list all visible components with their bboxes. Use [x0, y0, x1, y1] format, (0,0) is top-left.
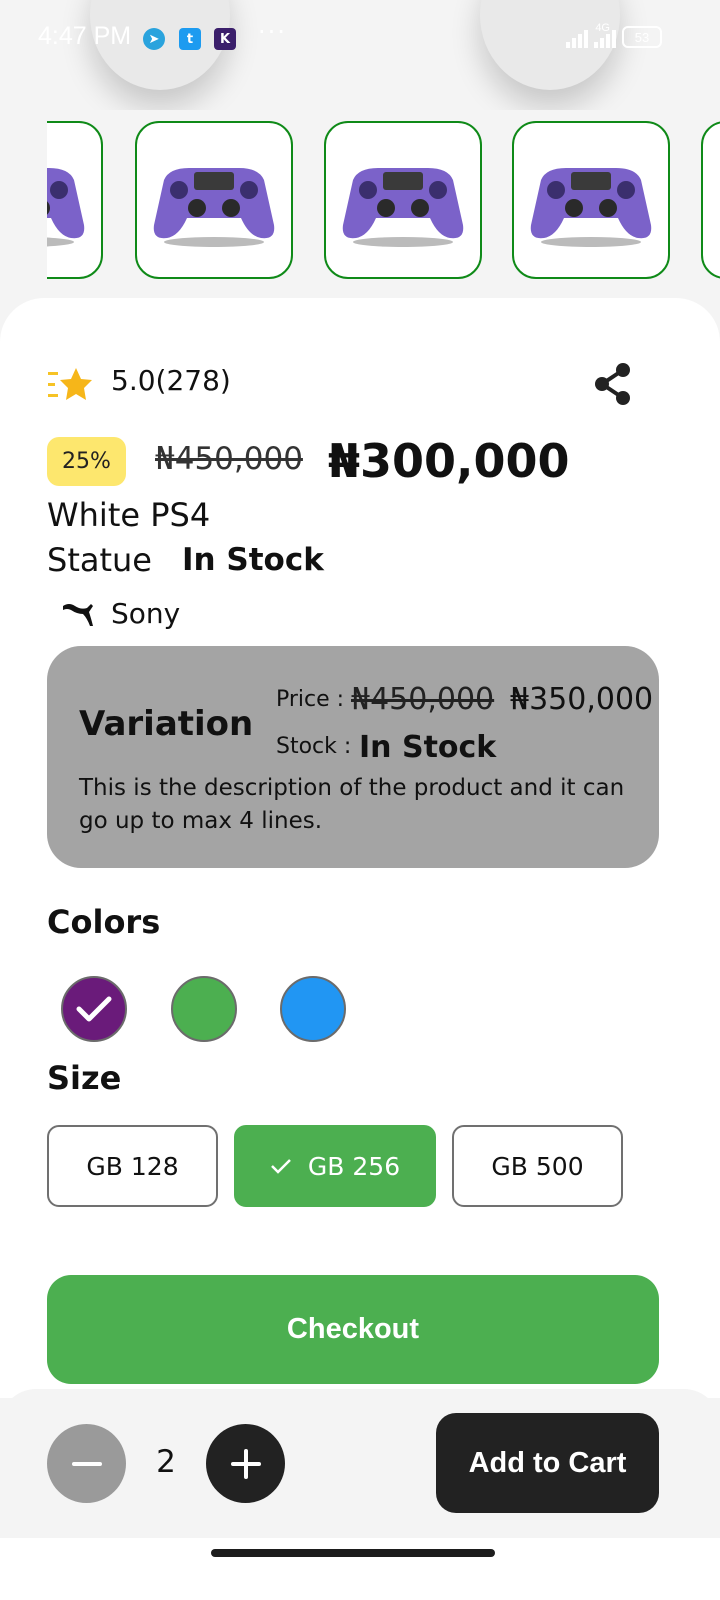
add-to-cart-button[interactable]: Add to Cart [436, 1413, 659, 1513]
check-icon [76, 996, 112, 1022]
status-right: 53 [566, 26, 662, 48]
twitter-icon: t [179, 28, 201, 50]
variation-original-price: ₦450,000 [351, 682, 495, 717]
size-option-label: GB 500 [491, 1151, 584, 1181]
variation-price-label: Price : [276, 687, 345, 712]
battery-level: 53 [634, 29, 650, 45]
status-bar: 4:47 PM ➤ t K ··· 4G 53 [0, 0, 720, 76]
color-swatch-green[interactable] [171, 976, 237, 1042]
controller-image [153, 168, 275, 247]
more-notifications-icon: ··· [258, 18, 287, 46]
variation-stock-value: In Stock [359, 730, 497, 765]
colors-heading: Colors [47, 903, 161, 941]
thumbnail-2[interactable] [324, 121, 482, 279]
size-option-label: GB 256 [307, 1151, 401, 1181]
signal-icon [566, 30, 588, 48]
home-indicator[interactable] [211, 1549, 495, 1557]
status-label: Statue [47, 541, 152, 579]
original-price: ₦450,000 [155, 441, 303, 477]
share-icon[interactable] [593, 362, 633, 406]
discount-badge: 25% [47, 437, 126, 486]
check-icon [271, 1159, 291, 1174]
image-thumbnail-strip[interactable] [47, 121, 720, 279]
battery-icon: 53 [622, 26, 662, 48]
puma-logo-icon [63, 604, 93, 626]
increase-quantity-button[interactable] [206, 1424, 285, 1503]
size-heading: Size [47, 1059, 122, 1097]
variation-description: This is the description of the product a… [79, 775, 625, 834]
checkout-button[interactable]: Checkout [47, 1275, 659, 1384]
color-swatch-purple[interactable] [61, 976, 127, 1042]
size-option-label: GB 128 [86, 1151, 179, 1181]
star-icon [48, 368, 92, 400]
minus-icon [71, 1461, 102, 1466]
review-count: (278) [155, 364, 231, 397]
variation-stock-label: Stock : [276, 734, 352, 759]
brand-name: Sony [111, 597, 181, 630]
thumbnail-0[interactable] [47, 121, 103, 279]
size-option-500[interactable]: GB 500 [452, 1125, 623, 1207]
product-name: White PS4 [47, 496, 211, 534]
rating-value: 5.0 [111, 364, 156, 397]
sale-price: ₦300,000 [328, 434, 570, 488]
size-option-256[interactable]: GB 256 [234, 1125, 436, 1207]
thumbnail-3[interactable] [512, 121, 670, 279]
variation-title: Variation [79, 704, 254, 744]
plus-icon [230, 1448, 261, 1479]
variation-card: Variation Price : ₦450,000 ₦350,000 Stoc… [47, 646, 659, 868]
telegram-icon: ➤ [143, 28, 165, 50]
controller-image [47, 168, 85, 247]
thumbnail-4[interactable] [701, 121, 720, 279]
color-swatch-blue[interactable] [280, 976, 346, 1042]
variation-price: ₦350,000 [510, 682, 654, 717]
status-value: In Stock [182, 542, 324, 578]
thumbnail-1[interactable] [135, 121, 293, 279]
decrease-quantity-button[interactable] [47, 1424, 126, 1503]
nav-area [0, 1538, 720, 1600]
app-k-icon: K [214, 28, 236, 50]
rating: 5.0(278) [111, 364, 231, 397]
status-time: 4:47 PM [38, 22, 132, 50]
controller-image [342, 168, 464, 247]
size-option-128[interactable]: GB 128 [47, 1125, 218, 1207]
quantity-value: 2 [156, 1444, 176, 1480]
signal-icon-2 [594, 30, 616, 48]
controller-image [530, 168, 652, 247]
